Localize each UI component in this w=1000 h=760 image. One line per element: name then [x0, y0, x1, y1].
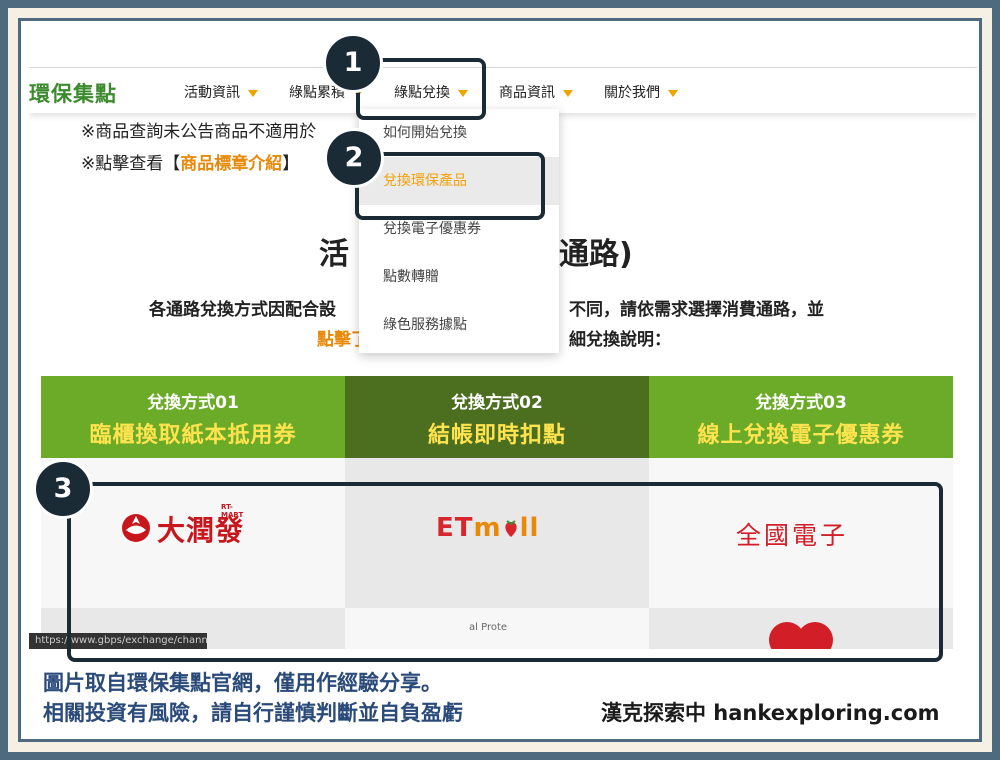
redeem-dropdown-menu: 如何開始兌換 兌換環保產品 兌換電子優惠券 點數轉贈 綠色服務據點 [359, 109, 559, 353]
annotation-number-2: 2 [324, 128, 384, 188]
method-01-title: 臨櫃換取紙本抵用券 [89, 423, 297, 448]
nav-item-activities[interactable]: 活動資訊 [184, 82, 258, 102]
method-02-label: 兌換方式02 [451, 393, 543, 413]
method-03-title: 線上兌換電子優惠券 [697, 423, 905, 448]
nav-item-products[interactable]: 商品資訊 [499, 82, 573, 102]
method-02-header: 兌換方式02 結帳即時扣點 [345, 376, 649, 458]
annotation-box-3 [67, 482, 943, 662]
nav-item-about-us[interactable]: 關於我們 [604, 82, 678, 102]
intro-text-right: 不同，請依需求選擇消費通路，並 [569, 300, 824, 320]
method-01-label: 兌換方式01 [147, 393, 239, 413]
caret-down-icon [668, 89, 678, 97]
method-03-header: 兌換方式03 線上兌換電子優惠券 [649, 376, 953, 458]
top-navbar: 環保集點 活動資訊 綠點累積 綠點兌換 商品資訊 關於我們 [29, 67, 977, 113]
intro-text-left: 各通路兌換方式因配合設 [149, 300, 336, 320]
detail-text: 細兌換說明： [569, 330, 671, 350]
dropdown-item-transfer-points[interactable]: 點數轉贈 [359, 253, 559, 301]
footer-credit: 漢克探索中 hankexploring.com [601, 701, 940, 725]
footer-disclaimer-line-1: 圖片取自環保集點官網，僅用作經驗分享。 [43, 671, 442, 695]
annotation-number-1: 1 [323, 33, 383, 93]
annotation-number-3: 3 [33, 459, 93, 519]
caret-down-icon [563, 89, 573, 97]
note-label-intro: ※點擊查看【商品標章介紹】 [81, 154, 300, 174]
section-title: 活 通路) [319, 237, 633, 272]
dropdown-item-green-service-points[interactable]: 綠色服務據點 [359, 301, 559, 349]
site-logo[interactable]: 環保集點 [29, 78, 117, 108]
caret-down-icon [248, 89, 258, 97]
note-unannounced-products: ※商品查詢未公告商品不適用於 [81, 122, 317, 142]
method-03-label: 兌換方式03 [755, 393, 847, 413]
method-01-header: 兌換方式01 臨櫃換取紙本抵用券 [41, 376, 345, 458]
inner-frame: 環保集點 活動資訊 綠點累積 綠點兌換 商品資訊 關於我們 ※商品查詢未公告商品… [18, 18, 982, 742]
method-02-title: 結帳即時扣點 [427, 423, 566, 448]
label-intro-link[interactable]: 商品標章介紹 [180, 154, 282, 174]
footer-disclaimer-line-2: 相關投資有風險，請自行謹慎判斷並自負盈虧 [43, 701, 463, 725]
